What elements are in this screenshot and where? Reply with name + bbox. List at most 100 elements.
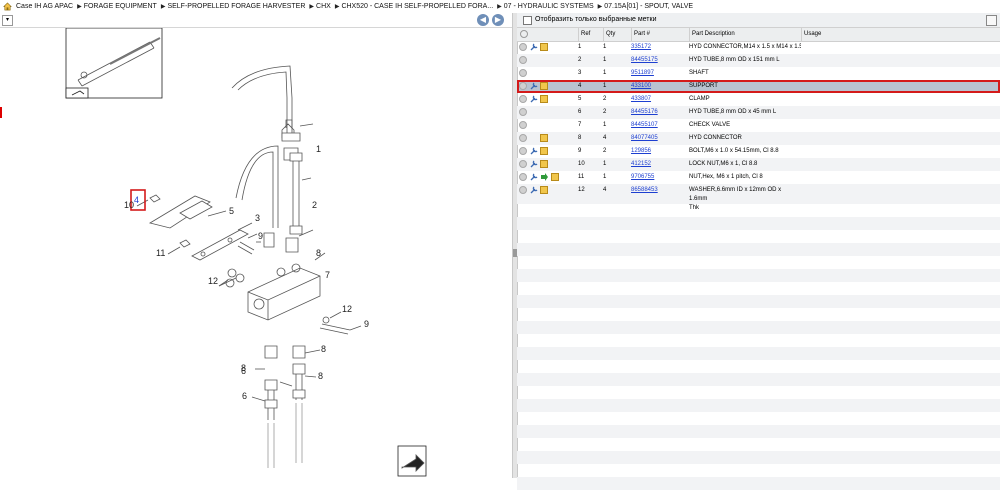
cell-part[interactable]: 9511897	[631, 67, 689, 80]
table-row[interactable]: 1 1 335172 HYD CONNECTOR,M14 x 1.5 x M14 x …	[517, 41, 1000, 54]
home-icon[interactable]	[3, 2, 12, 11]
part-number-link[interactable]: 86588453	[631, 187, 658, 193]
diagram-menu-icon[interactable]: ▾	[2, 15, 13, 26]
table-row[interactable]: 3 1 9511897 SHAFT	[517, 67, 1000, 80]
row-status-icon[interactable]	[519, 95, 527, 103]
row-status-icon[interactable]	[519, 69, 527, 77]
row-status-icon[interactable]	[519, 134, 527, 142]
cell-part[interactable]: 86588453	[631, 184, 689, 197]
cell-part[interactable]: 335172	[631, 41, 689, 54]
package-box-icon[interactable]	[551, 173, 559, 181]
table-row[interactable]: 11 1 9706755 NUT,Hex, M6 x 1 pitch, Cl 8	[517, 171, 1000, 184]
row-status-icon[interactable]	[519, 160, 527, 168]
row-status-icon[interactable]	[519, 173, 527, 181]
row-status-icon[interactable]	[519, 121, 527, 129]
part-number-link[interactable]: 9511897	[631, 70, 654, 76]
cell-part[interactable]: 84455176	[631, 106, 689, 119]
breadcrumb-item[interactable]: 07.15A[01] - SPOUT, VALVE	[604, 3, 693, 10]
col-qty[interactable]: Qty	[603, 28, 634, 41]
part-number-link[interactable]: 84455107	[631, 122, 658, 128]
cell-part[interactable]: 84077405	[631, 132, 689, 145]
table-row[interactable]: 8 4 84077405 HYD CONNECTOR	[517, 132, 1000, 145]
next-page-button[interactable]: ▶	[492, 14, 504, 26]
table-row[interactable]: 12 4 86588453 WASHER,6.6mm ID x 12mm OD x 1…	[517, 184, 1000, 211]
row-status-icon[interactable]	[519, 108, 527, 116]
service-wrench-icon[interactable]	[530, 186, 538, 194]
table-row[interactable]: 9 2 129856 BOLT,M6 x 1.0 x 54.15mm, Cl 8.8	[517, 145, 1000, 158]
callout-label[interactable]: 12	[342, 304, 352, 314]
row-status-icon[interactable]	[519, 147, 527, 155]
callout-label[interactable]: 12	[208, 276, 218, 286]
service-wrench-icon[interactable]	[530, 95, 538, 103]
show-selected-checkbox[interactable]	[523, 16, 532, 25]
breadcrumb-item[interactable]: CHX	[316, 3, 331, 10]
package-box-icon[interactable]	[540, 160, 548, 168]
table-row[interactable]: 2 1 84455175 HYD TUBE,8 mm OD x 151 mm L	[517, 54, 1000, 67]
part-number-link[interactable]: 84455176	[631, 109, 658, 115]
callout-label[interactable]: 9	[364, 319, 369, 329]
table-row[interactable]: 4 1 433100 SUPPORT	[517, 80, 1000, 93]
breadcrumb-item[interactable]: FORAGE EQUIPMENT	[84, 3, 157, 10]
package-box-icon[interactable]	[540, 95, 548, 103]
row-status-icon[interactable]	[519, 56, 527, 64]
row-status-icon[interactable]	[519, 82, 527, 90]
parts-diagram[interactable]: 4 1 2 3 5 6 6 7 8 8 8 8 9 9 10 11 12 12	[0, 27, 512, 478]
cell-part[interactable]: 129856	[631, 145, 689, 158]
package-box-icon[interactable]	[540, 186, 548, 194]
breadcrumb-item[interactable]: Case IH AG APAC	[16, 3, 73, 10]
part-number-link[interactable]: 412152	[631, 161, 651, 167]
package-box-icon[interactable]	[540, 147, 548, 155]
cell-part[interactable]: 433100	[631, 80, 689, 93]
col-ref[interactable]: Ref	[578, 28, 605, 41]
callout-label[interactable]: 10	[124, 200, 134, 210]
col-part[interactable]: Part #	[631, 28, 692, 41]
cell-part[interactable]: 9706755	[631, 171, 689, 184]
breadcrumb-item[interactable]: CHX520 - CASE IH SELF-PROPELLED FORA...	[341, 3, 493, 10]
part-number-link[interactable]: 84077405	[631, 135, 658, 141]
part-number-link[interactable]: 129856	[631, 148, 651, 154]
col-usage[interactable]: Usage	[801, 28, 1000, 41]
service-wrench-icon[interactable]	[530, 173, 538, 181]
callout-label[interactable]: 9	[258, 231, 263, 241]
service-wrench-icon[interactable]	[530, 82, 538, 90]
breadcrumb-item[interactable]: SELF-PROPELLED FORAGE HARVESTER	[167, 3, 305, 10]
part-number-link[interactable]: 9706755	[631, 174, 654, 180]
col-desc[interactable]: Part Description	[689, 28, 804, 41]
callout-label[interactable]: 8	[321, 344, 326, 354]
table-row[interactable]: 5 2 433807 CLAMP	[517, 93, 1000, 106]
part-number-link[interactable]: 84455175	[631, 57, 658, 63]
service-wrench-icon[interactable]	[530, 160, 538, 168]
callout-label[interactable]: 5	[229, 206, 234, 216]
callout-label[interactable]: 8	[318, 371, 323, 381]
service-wrench-icon[interactable]	[530, 147, 538, 155]
callout-label[interactable]: 11	[156, 248, 165, 258]
part-number-link[interactable]: 335172	[631, 44, 651, 50]
breadcrumb-item[interactable]: 07 - HYDRAULIC SYSTEMS	[504, 3, 594, 10]
part-number-link[interactable]: 433807	[631, 96, 651, 102]
callout-label[interactable]: 6	[242, 391, 247, 401]
callout-label[interactable]: 3	[255, 213, 260, 223]
table-row[interactable]: 6 2 84455176 HYD TUBE,8 mm OD x 45 mm L	[517, 106, 1000, 119]
gear-icon[interactable]	[520, 30, 528, 38]
table-row[interactable]: 10 1 412152 LOCK NUT,M6 x 1, Cl 8.8	[517, 158, 1000, 171]
callout-label[interactable]: 7	[325, 270, 330, 280]
cell-part[interactable]: 412152	[631, 158, 689, 171]
row-status-icon[interactable]	[519, 186, 527, 194]
package-box-icon[interactable]	[540, 82, 548, 90]
package-box-icon[interactable]	[540, 134, 548, 142]
callout-label[interactable]: 1	[316, 144, 321, 154]
part-number-link[interactable]: 433100	[631, 83, 651, 89]
table-row[interactable]: 7 1 84455107 CHECK VALVE	[517, 119, 1000, 132]
grid-settings-icon[interactable]	[986, 15, 997, 26]
callout-label[interactable]: 2	[312, 200, 317, 210]
previous-page-button[interactable]: ◀	[477, 14, 489, 26]
replacement-arrow-icon[interactable]	[540, 173, 548, 181]
row-status-icon[interactable]	[519, 43, 527, 51]
cell-part[interactable]: 84455107	[631, 119, 689, 132]
callout-label[interactable]: 8	[241, 363, 246, 373]
cell-part[interactable]: 433807	[631, 93, 689, 106]
package-box-icon[interactable]	[540, 43, 548, 51]
service-wrench-icon[interactable]	[530, 43, 538, 51]
cell-part[interactable]: 84455175	[631, 54, 689, 67]
callout-label[interactable]: 8	[316, 248, 321, 258]
